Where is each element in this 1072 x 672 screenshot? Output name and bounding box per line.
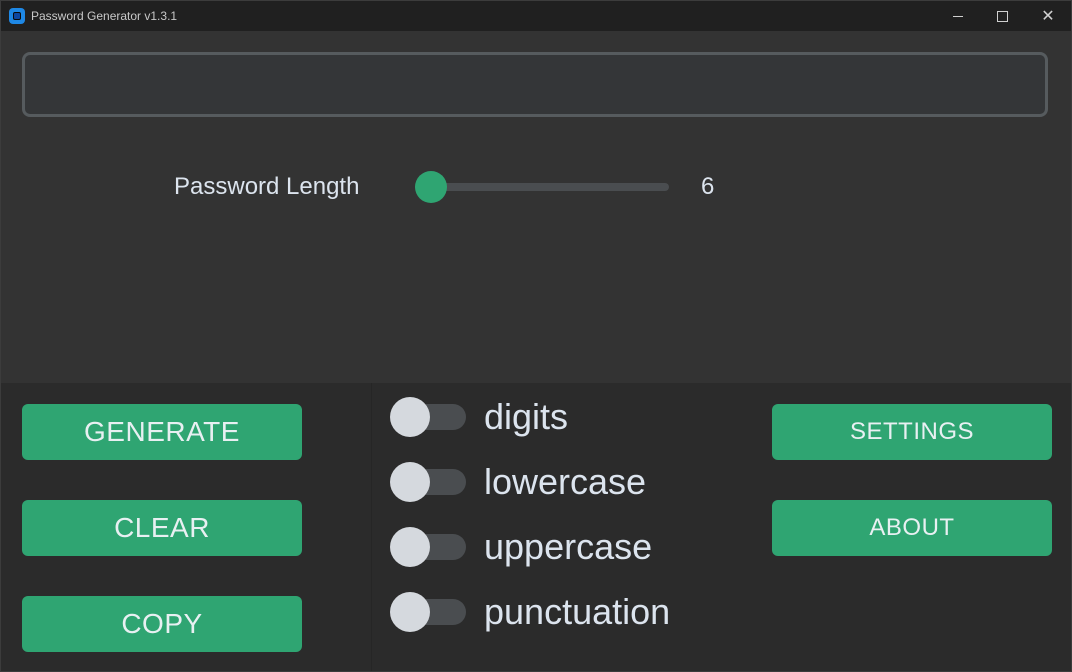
uppercase-label: uppercase xyxy=(484,526,653,567)
slider-track[interactable] xyxy=(415,183,669,191)
close-icon: ✕ xyxy=(1041,6,1055,25)
punctuation-toggle[interactable] xyxy=(390,590,468,634)
copy-button[interactable]: COPY xyxy=(22,596,302,652)
minimize-button[interactable] xyxy=(935,1,981,31)
digits-label: digits xyxy=(484,396,569,437)
punctuation-label: punctuation xyxy=(484,591,671,632)
toggle-knob xyxy=(390,397,430,437)
toggle-knob xyxy=(390,592,430,632)
maximize-icon xyxy=(996,10,1008,22)
app-icon xyxy=(9,8,25,24)
toggle-knob xyxy=(390,462,430,502)
settings-button[interactable]: SETTINGS xyxy=(772,404,1052,460)
lowercase-toggle[interactable] xyxy=(390,460,468,504)
toggle-knob xyxy=(390,527,430,567)
password-output-field[interactable] xyxy=(22,52,1048,117)
option-digits: digits xyxy=(390,395,730,439)
digits-toggle[interactable] xyxy=(390,395,468,439)
title-bar[interactable]: Password Generator v1.3.1 ✕ xyxy=(1,1,1071,31)
clear-button[interactable]: CLEAR xyxy=(22,500,302,556)
minimize-icon xyxy=(953,15,963,17)
secondary-buttons-panel: SETTINGS ABOUT xyxy=(751,383,1071,671)
option-uppercase: uppercase xyxy=(390,525,730,569)
password-length-slider[interactable] xyxy=(415,169,671,205)
about-button[interactable]: ABOUT xyxy=(772,500,1052,556)
maximize-button[interactable] xyxy=(979,1,1025,31)
slider-thumb[interactable] xyxy=(415,171,447,203)
main-panel: Password Length 6 xyxy=(1,31,1071,383)
options-panel: digits lowercase uppercase punctuation xyxy=(371,383,753,671)
password-length-value: 6 xyxy=(701,173,715,200)
window-title: Password Generator v1.3.1 xyxy=(31,9,178,23)
option-lowercase: lowercase xyxy=(390,460,730,504)
uppercase-toggle[interactable] xyxy=(390,525,468,569)
password-length-label: Password Length xyxy=(174,173,360,200)
option-punctuation: punctuation xyxy=(390,590,730,634)
generate-button[interactable]: GENERATE xyxy=(22,404,302,460)
action-buttons-panel: GENERATE CLEAR COPY xyxy=(1,383,371,671)
lowercase-label: lowercase xyxy=(484,461,647,502)
close-button[interactable]: ✕ xyxy=(1025,1,1071,31)
app-window: Password Generator v1.3.1 ✕ Password Len… xyxy=(0,0,1072,672)
